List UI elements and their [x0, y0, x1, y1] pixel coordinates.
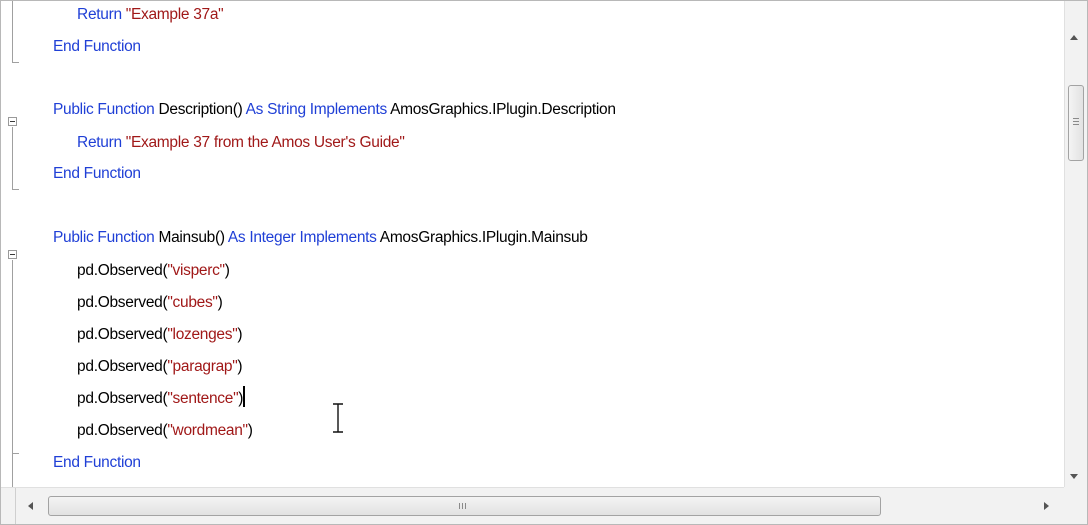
scroll-left-arrow-icon[interactable]: [28, 502, 33, 510]
scroll-down-arrow-icon[interactable]: [1070, 474, 1078, 479]
code-token-plain: AmosGraphics.IPlugin.Description: [390, 101, 616, 118]
grip-lines-icon: [459, 503, 460, 509]
scrollbar-corner: [1064, 487, 1087, 524]
code-token-plain: pd.Observed(: [77, 422, 168, 439]
code-editor-window: Return "Example 37a" End Function Public F…: [0, 0, 1088, 525]
text-caret: [243, 386, 246, 407]
code-line: End Function: [53, 447, 141, 479]
horizontal-scroll-thumb[interactable]: [48, 496, 881, 516]
code-line: pd.Observed("lozenges"): [53, 319, 243, 351]
vertical-scrollbar[interactable]: [1064, 1, 1087, 487]
code-line: End Function: [53, 31, 141, 63]
code-token-kw: Return: [77, 6, 126, 23]
scroll-right-arrow-icon[interactable]: [1044, 502, 1049, 510]
scrollbar-left-margin: [1, 488, 16, 524]
code-line: Public Function Description() As String …: [53, 94, 616, 126]
code-token-str: "visperc": [167, 262, 225, 279]
code-token-kw: End Function: [53, 454, 141, 471]
code-token-kw: End Function: [53, 38, 141, 55]
code-line: pd.Observed("paragrap"): [53, 351, 243, 383]
code-token-plain: ): [237, 358, 243, 375]
code-token-kw: Return: [77, 134, 126, 151]
code-line: pd.Observed("visperc"): [53, 255, 230, 287]
code-token-plain: Mainsub(): [158, 229, 228, 246]
code-token-kw: End Function: [53, 165, 141, 182]
grip-lines-icon: [1073, 124, 1079, 125]
code-token-str: "lozenges": [167, 326, 238, 343]
outline-end-tick: [13, 189, 19, 190]
code-token-kw: As Integer Implements: [227, 229, 380, 246]
grip-lines-icon: [465, 503, 466, 509]
code-line: Return "Example 37a": [53, 1, 224, 31]
grip-lines-icon: [1073, 118, 1079, 119]
code-token-plain: ): [237, 326, 243, 343]
code-token-plain: ): [247, 422, 253, 439]
code-token-plain: ): [217, 294, 223, 311]
horizontal-scrollbar[interactable]: [1, 487, 1064, 524]
outline-end-tick: [13, 453, 19, 454]
grip-lines-icon: [1073, 121, 1079, 122]
code-token-plain: Description(): [158, 101, 246, 118]
code-line: Public Function Mainsub() As Integer Imp…: [53, 222, 588, 254]
code-token-plain: pd.Observed(: [77, 326, 168, 343]
code-token-str: "wordmean": [167, 422, 248, 439]
scroll-up-arrow-icon[interactable]: [1070, 35, 1078, 40]
code-token-plain: pd.Observed(: [77, 294, 168, 311]
code-token-plain: ): [224, 262, 230, 279]
code-line: Return "Example 37 from the Amos User's …: [53, 127, 405, 159]
code-line: pd.Observed("cubes"): [53, 287, 223, 319]
outline-guide-line: [12, 1, 13, 63]
code-token-str: "Example 37a": [125, 6, 224, 23]
grip-lines-icon: [462, 503, 463, 509]
code-token-plain: pd.Observed(: [77, 262, 168, 279]
collapse-icon[interactable]: [8, 250, 17, 259]
code-text-area[interactable]: Return "Example 37a" End Function Public F…: [53, 1, 1058, 487]
vertical-scroll-thumb[interactable]: [1068, 85, 1084, 161]
code-token-str: "Example 37 from the Amos User's Guide": [125, 134, 405, 151]
text-cursor-ibeam-icon: [333, 403, 343, 433]
code-line: End Function: [53, 158, 141, 190]
code-token-str: "cubes": [167, 294, 218, 311]
code-token-str: "paragrap": [167, 358, 238, 375]
code-token-plain: AmosGraphics.IPlugin.Mainsub: [379, 229, 588, 246]
code-token-plain: pd.Observed(: [77, 358, 168, 375]
code-line: pd.Observed("wordmean"): [53, 415, 253, 447]
code-line: pd.Observed("sentence"): [53, 383, 246, 415]
code-token-plain: pd.Observed(: [77, 390, 168, 407]
code-token-kw: Public Function: [53, 101, 159, 118]
collapse-icon[interactable]: [8, 117, 17, 126]
code-outline-margin: [8, 1, 32, 487]
code-token-kw: As String Implements: [245, 101, 391, 118]
outline-end-tick: [13, 62, 19, 63]
code-token-str: "sentence": [167, 390, 239, 407]
outline-guide-line: [12, 127, 13, 190]
code-token-kw: Public Function: [53, 229, 159, 246]
